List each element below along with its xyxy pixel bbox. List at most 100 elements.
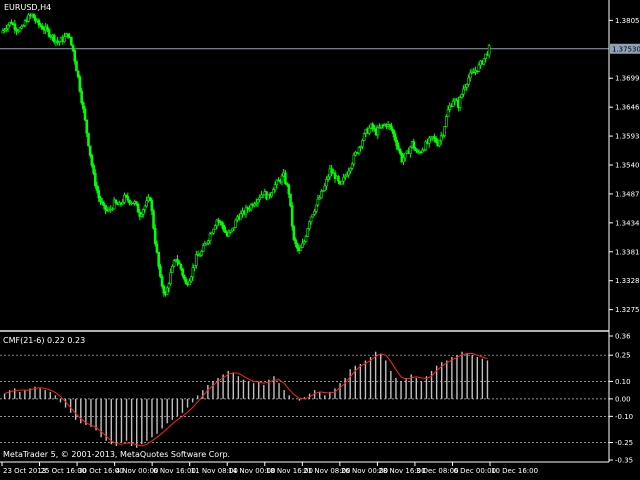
candle-body xyxy=(82,102,85,110)
candle-body xyxy=(32,13,35,19)
candle-body xyxy=(95,185,99,191)
candle-body xyxy=(171,266,174,273)
candle-body xyxy=(273,184,277,190)
candle-body xyxy=(71,44,75,51)
candle-body xyxy=(330,168,333,174)
price-tick-label: 1.34870 xyxy=(615,190,640,198)
candle-body xyxy=(78,76,82,92)
candle-body xyxy=(320,191,323,199)
price-tick-label: 1.38050 xyxy=(615,17,640,25)
candle-body xyxy=(371,123,375,129)
candle-body xyxy=(304,236,308,242)
candle-body xyxy=(157,251,160,267)
candle-body xyxy=(398,148,402,154)
candle-body xyxy=(458,97,462,108)
candle-body xyxy=(412,141,416,149)
time-tick-label: 6 Dec 00:00 xyxy=(453,467,496,475)
candle-body xyxy=(325,179,328,187)
candle-body xyxy=(403,152,407,159)
candle-body xyxy=(176,259,179,263)
price-tick-label: 1.32750 xyxy=(615,306,640,314)
price-tick-label: 1.35400 xyxy=(615,162,640,170)
candle-body xyxy=(184,278,188,285)
candle-body xyxy=(314,204,318,212)
candle-body xyxy=(393,133,397,141)
candle-body xyxy=(104,205,107,211)
candle-body xyxy=(75,60,78,72)
price-tick-label: 1.35930 xyxy=(615,133,640,141)
time-tick-label: 3 Dec 08:00 xyxy=(416,467,459,475)
candle-body xyxy=(153,228,157,244)
candle-body xyxy=(102,202,106,206)
current-price-marker: 1.37530 xyxy=(610,43,640,54)
candle-body xyxy=(446,109,450,117)
candle-body xyxy=(301,242,304,248)
candle-body xyxy=(135,201,138,205)
candle-body xyxy=(94,172,97,186)
candle-body xyxy=(306,228,309,237)
time-tick-label: 6 Nov 16:00 xyxy=(153,467,196,475)
candle-body xyxy=(308,221,311,229)
candle-body xyxy=(361,140,364,147)
price-tick-label: 1.34340 xyxy=(615,219,640,227)
candle-body xyxy=(213,225,217,230)
indicator-tick-label: 0.25 xyxy=(615,352,631,360)
candle-body xyxy=(46,26,49,30)
candle-body xyxy=(76,70,80,78)
candle-body xyxy=(292,225,296,241)
candle-body xyxy=(313,211,316,215)
candle-body xyxy=(323,185,327,191)
indicator-label: CMF(21-6) 0.22 0.23 xyxy=(3,336,85,345)
candle-body xyxy=(145,200,148,207)
candle-body xyxy=(299,247,303,251)
price-tick-label: 1.36990 xyxy=(615,75,640,83)
candle-body xyxy=(167,283,171,289)
candle-body xyxy=(18,27,22,32)
candle-body xyxy=(231,228,234,232)
candle-body xyxy=(37,19,41,25)
candle-body xyxy=(155,243,159,253)
candle-body xyxy=(152,210,155,229)
candle-body xyxy=(143,205,147,210)
indicator-tick-label: 0.36 xyxy=(615,333,631,341)
candle-body xyxy=(367,127,371,134)
indicator-tick-label: -0.25 xyxy=(615,439,633,447)
trading-chart[interactable]: EURUSD,H4 1.38050 1.36990 1.36460 1.35930 1.… xyxy=(0,0,640,480)
candle-body xyxy=(337,176,340,182)
candle-body xyxy=(200,251,203,256)
time-tick-label: 10 Dec 16:00 xyxy=(491,467,538,475)
candle-body xyxy=(395,139,398,147)
candle-body xyxy=(114,199,118,204)
candle-body xyxy=(402,157,405,162)
candle-body xyxy=(66,33,70,38)
candle-body xyxy=(477,64,481,72)
candle-body xyxy=(487,45,491,56)
candle-body xyxy=(188,280,191,286)
candle-body xyxy=(391,129,395,134)
candle-body xyxy=(289,193,292,207)
candle-body xyxy=(390,126,393,130)
candle-body xyxy=(239,213,243,220)
price-tick-label: 1.36460 xyxy=(615,104,640,112)
candle-body xyxy=(207,240,210,244)
candle-body xyxy=(85,119,89,134)
candle-body xyxy=(191,267,195,278)
candle-body xyxy=(92,165,95,174)
candle-body xyxy=(13,23,17,30)
candle-body xyxy=(326,176,330,180)
candle-body xyxy=(172,260,176,267)
candle-body xyxy=(234,219,238,228)
candle-body xyxy=(179,264,183,270)
candle-body xyxy=(287,184,291,195)
candle-body xyxy=(256,199,260,204)
candle-body xyxy=(224,229,227,233)
candle-body xyxy=(189,276,193,282)
candle-body xyxy=(427,137,431,144)
candle-body xyxy=(362,133,366,141)
candle-body xyxy=(222,224,226,231)
candle-body xyxy=(148,197,152,201)
candle-body xyxy=(70,37,73,46)
candle-body xyxy=(40,26,44,30)
candle-body xyxy=(340,180,344,185)
candle-body xyxy=(451,100,455,107)
